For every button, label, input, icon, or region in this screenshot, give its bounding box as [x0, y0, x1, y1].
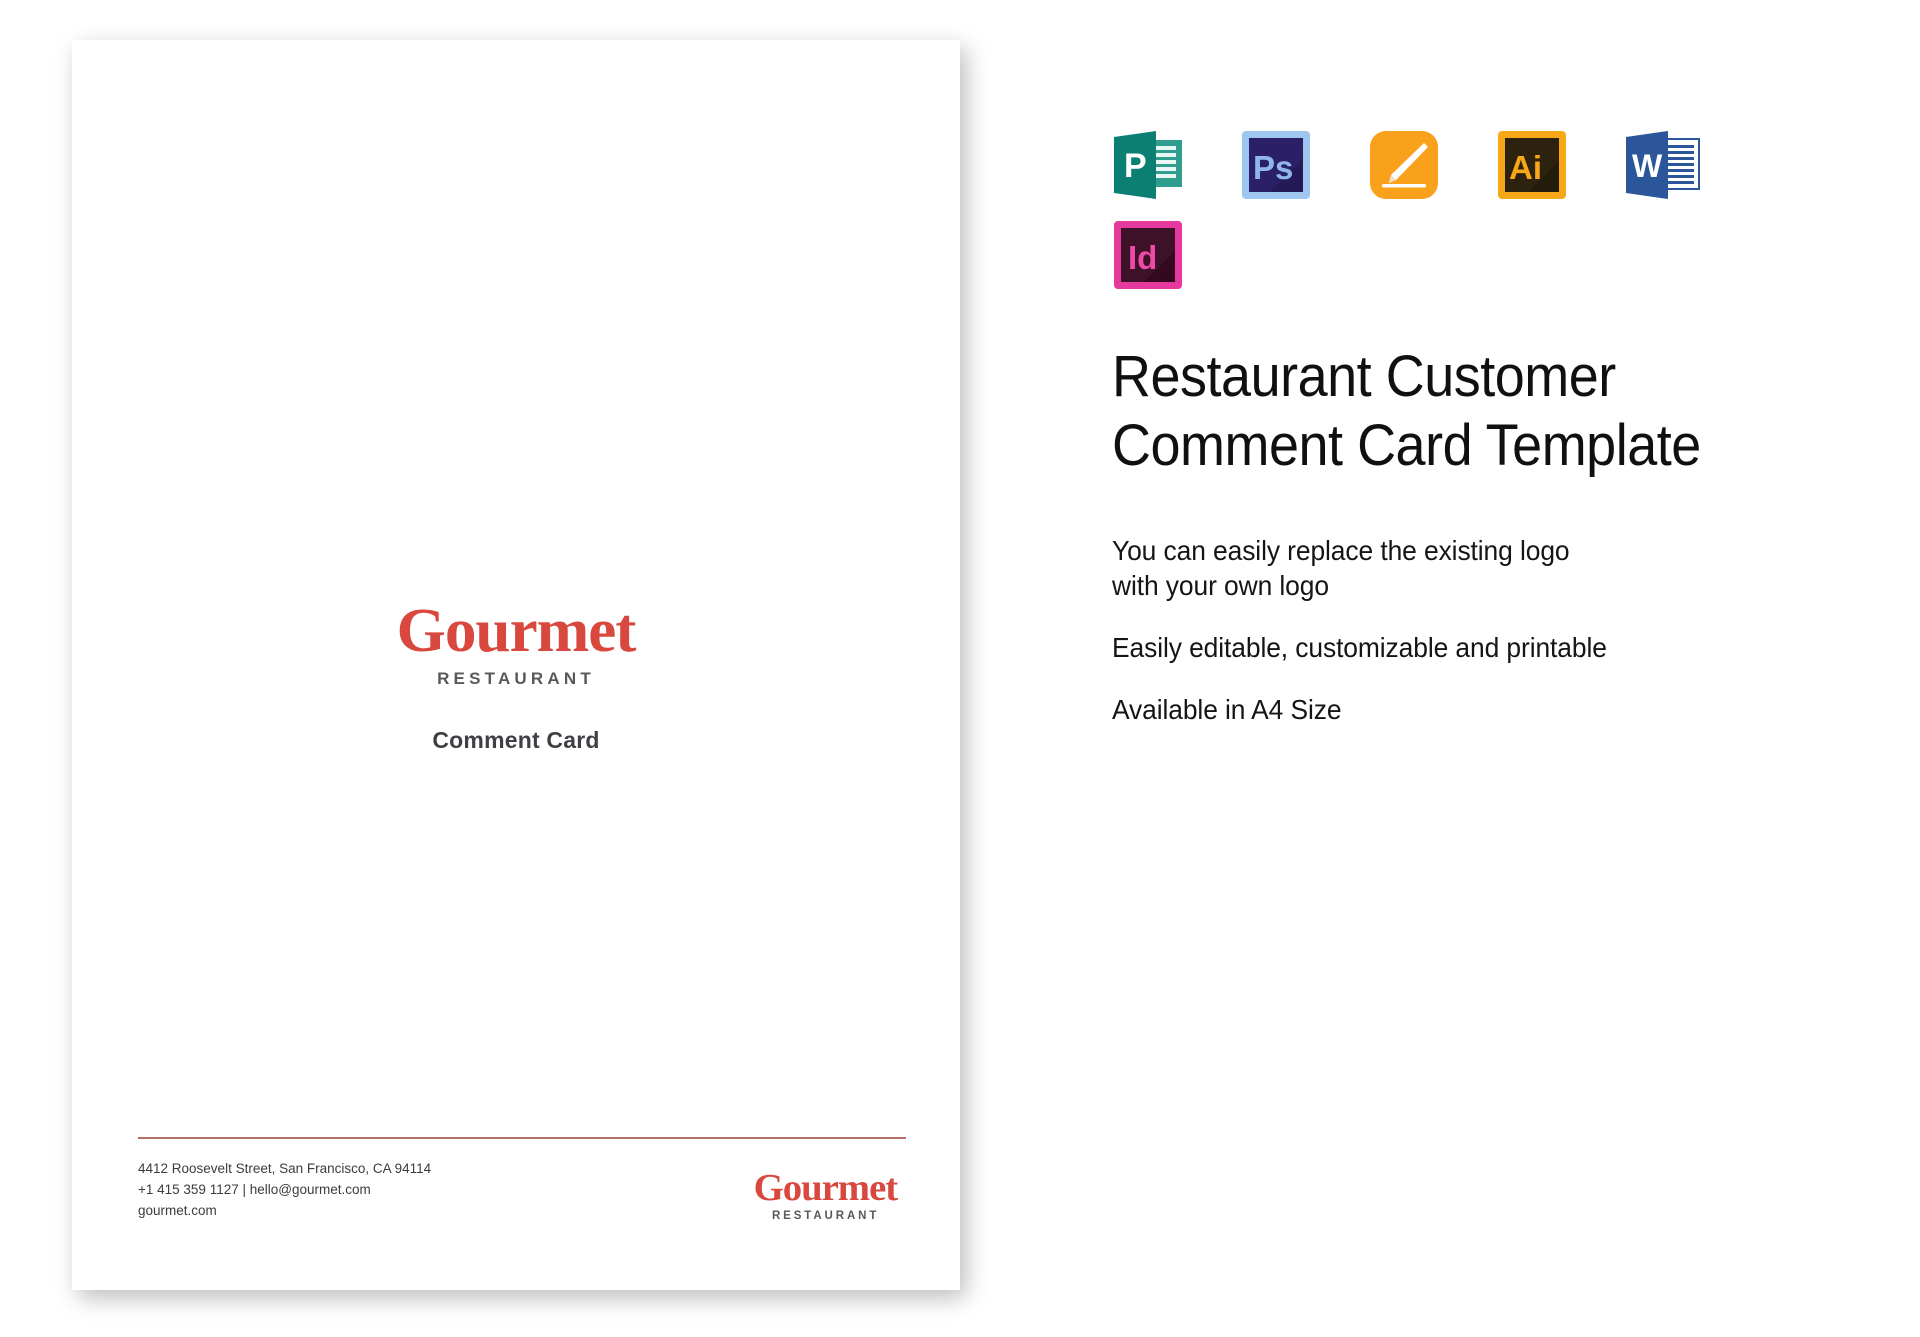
gourmet-logo-wordmark: Gourmet: [396, 597, 637, 665]
footer-divider-rule: [138, 1137, 906, 1140]
svg-text:Id: Id: [1128, 239, 1157, 276]
comment-card-title: Comment Card: [432, 727, 600, 753]
adobe-indesign-icon: Id: [1112, 219, 1184, 291]
footer-address-line-1: 4412 Roosevelt Street, San Francisco, CA…: [138, 1161, 432, 1177]
footer-row: 4412 Roosevelt Street, San Francisco, CA…: [138, 1159, 912, 1222]
document-preview-page[interactable]: Gourmet RESTAURANT Comment Card 4412 Roo…: [72, 40, 960, 1290]
adobe-illustrator-icon: Ai: [1496, 129, 1568, 201]
supported-apps-icon-row: P Ps Ai W Id: [1112, 120, 1752, 300]
svg-text:Ps: Ps: [1253, 149, 1293, 186]
app-icon-cell-pages: [1368, 120, 1496, 210]
footer-address-line-2: +1 415 359 1127 | hello@gourmet.com: [138, 1182, 371, 1198]
feature-item-2: Easily editable, customizable and printa…: [1112, 631, 1607, 663]
ms-word-icon: W: [1624, 131, 1704, 199]
footer-logo-wordmark: Gourmet: [753, 1167, 899, 1209]
app-icon-cell-illustrator: Ai: [1496, 120, 1624, 210]
footer-address-block: 4412 Roosevelt Street, San Francisco, CA…: [138, 1159, 431, 1222]
footer-address-line-3: gourmet.com: [138, 1203, 217, 1219]
document-footer: 4412 Roosevelt Street, San Francisco, CA…: [138, 1137, 912, 1222]
footer-logo-subtitle: RESTAURANT: [771, 1210, 880, 1222]
feature-item-3: Available in A4 Size: [1112, 693, 1342, 725]
gourmet-logo-subtitle: RESTAURANT: [437, 669, 595, 688]
app-icon-cell-photoshop: Ps: [1240, 120, 1368, 210]
adobe-photoshop-icon: Ps: [1240, 129, 1312, 201]
footer-logo: Gourmet RESTAURANT: [753, 1167, 912, 1222]
document-center-block: Gourmet RESTAURANT Comment Card: [72, 600, 960, 754]
app-icon-cell-word: W: [1624, 120, 1752, 210]
app-icon-cell-indesign: Id: [1112, 210, 1240, 300]
svg-text:W: W: [1632, 148, 1663, 184]
svg-text:Ai: Ai: [1509, 149, 1542, 186]
app-icon-cell-publisher: P: [1112, 120, 1240, 210]
apple-pages-icon: [1368, 129, 1440, 201]
svg-text:P: P: [1124, 147, 1147, 185]
feature-list: You can easily replace the existing logo…: [1112, 534, 1632, 728]
page-title: Restaurant Customer Comment Card Templat…: [1112, 344, 1701, 479]
feature-item-1: You can easily replace the existing logo…: [1112, 535, 1570, 601]
template-info-panel: P Ps Ai W Id Restaurant Customer Comment…: [1112, 120, 1832, 728]
ms-publisher-icon: P: [1112, 131, 1190, 199]
